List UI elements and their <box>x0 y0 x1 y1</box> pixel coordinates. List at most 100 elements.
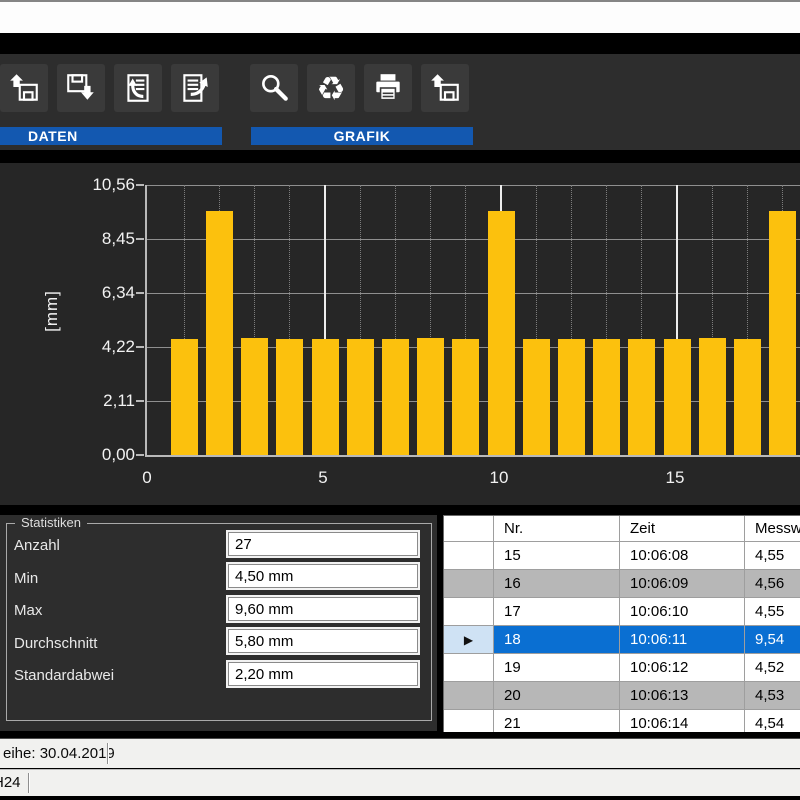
window-title-area <box>0 2 800 33</box>
cell-zeit[interactable]: 10:06:13 <box>620 682 745 710</box>
cell-nr[interactable]: 20 <box>494 682 620 710</box>
x-tick-label: 0 <box>130 468 164 488</box>
statistics-groupbox: Statistiken Anzahl Min Max Durchschnitt … <box>6 523 432 721</box>
measurement-table: Nr. Zeit Messwert 15 10:06:08 4,55 16 10… <box>443 515 800 732</box>
statusbar-separator <box>107 743 108 764</box>
printer-icon <box>371 71 405 105</box>
toolbar-group-label-grafik: GRAFIK <box>251 127 473 145</box>
row-selector[interactable] <box>444 570 494 598</box>
statusbar-id-text: H24 <box>0 770 21 796</box>
y-tick-label: 2,11 <box>55 391 135 411</box>
stat-label-max: Max <box>14 599 42 623</box>
cell-nr[interactable]: 16 <box>494 570 620 598</box>
chart-bar <box>734 339 761 455</box>
chart-bar <box>769 211 796 455</box>
stat-label-min: Min <box>14 567 38 591</box>
stat-value-max[interactable] <box>228 597 418 621</box>
cell-messwert[interactable]: 9,54 <box>745 626 800 654</box>
y-tick-label: 0,00 <box>55 445 135 465</box>
stat-value-standardabwei[interactable] <box>228 662 418 686</box>
row-selector[interactable] <box>444 682 494 710</box>
cell-zeit[interactable]: 10:06:10 <box>620 598 745 626</box>
chart-bar <box>347 339 374 455</box>
chart-bar <box>452 339 479 455</box>
statistics-panel: Statistiken Anzahl Min Max Durchschnitt … <box>0 515 437 731</box>
statusbar-row2: H24 <box>0 769 800 796</box>
table-header-selector <box>444 516 494 542</box>
row-selector[interactable] <box>444 542 494 570</box>
chart-bar <box>417 338 444 455</box>
chart-bar <box>558 339 585 455</box>
stat-value-anzahl[interactable] <box>228 532 418 556</box>
app-window: { "colors": { "accent_blue": "#1358b0", … <box>0 0 800 800</box>
cell-messwert[interactable]: 4,54 <box>745 710 800 732</box>
document-arrow-in-icon <box>121 71 155 105</box>
cell-messwert[interactable]: 4,56 <box>745 570 800 598</box>
table-header-nr[interactable]: Nr. <box>494 516 620 542</box>
row-selector[interactable] <box>444 598 494 626</box>
import-data-button[interactable] <box>114 64 162 112</box>
save-graphic-button[interactable] <box>421 64 469 112</box>
stat-value-durchschnitt[interactable] <box>228 629 418 653</box>
export-data-button[interactable] <box>171 64 219 112</box>
magnifier-icon <box>257 71 291 105</box>
chart-bar <box>523 339 550 455</box>
chart-panel: [mm] 10,56 8,45 6,34 4,22 2,11 0,00 0 5 … <box>0 163 800 505</box>
cell-messwert[interactable]: 4,55 <box>745 598 800 626</box>
print-button[interactable] <box>364 64 412 112</box>
cell-messwert[interactable]: 4,55 <box>745 542 800 570</box>
x-tick-label: 5 <box>306 468 340 488</box>
cell-zeit[interactable]: 10:06:08 <box>620 542 745 570</box>
chart-bar <box>241 338 268 455</box>
chart-bar <box>699 338 726 455</box>
load-data-button[interactable] <box>0 64 48 112</box>
cell-zeit[interactable]: 10:06:09 <box>620 570 745 598</box>
stat-label-anzahl: Anzahl <box>14 534 60 558</box>
y-tick-label: 4,22 <box>55 337 135 357</box>
toolbar: ♻ DATEN GRAFIK <box>0 54 800 150</box>
stat-label-durchschnitt: Durchschnitt <box>14 632 97 656</box>
refresh-button[interactable]: ♻ <box>307 64 355 112</box>
x-tick-label: 10 <box>482 468 516 488</box>
cell-nr[interactable]: 19 <box>494 654 620 682</box>
floppy-arrow-up-icon <box>7 71 41 105</box>
toolbar-group-label-daten: DATEN <box>0 127 222 145</box>
recycle-icon: ♻ <box>316 72 346 105</box>
chart-bar <box>488 211 515 455</box>
cell-nr[interactable]: 15 <box>494 542 620 570</box>
chart-bar <box>664 339 691 455</box>
table-header-zeit[interactable]: Zeit <box>620 516 745 542</box>
document-arrow-out-icon <box>178 71 212 105</box>
cell-nr[interactable]: 21 <box>494 710 620 732</box>
floppy-arrow-up-icon <box>428 71 462 105</box>
statusbar-row1: eihe: 30.04.2019 <box>0 738 800 768</box>
y-tick-label: 10,56 <box>55 175 135 195</box>
table-header-messwert[interactable]: Messwert <box>745 516 800 542</box>
chart-bar <box>593 339 620 455</box>
statusbar-date-text: eihe: 30.04.2019 <box>3 739 115 768</box>
cell-zeit[interactable]: 10:06:14 <box>620 710 745 732</box>
cell-zeit[interactable]: 10:06:11 <box>620 626 745 654</box>
cell-messwert[interactable]: 4,53 <box>745 682 800 710</box>
chart-bar <box>382 339 409 455</box>
x-tick-label: 15 <box>658 468 692 488</box>
cell-nr[interactable]: 18 <box>494 626 620 654</box>
save-data-button[interactable] <box>57 64 105 112</box>
plot-area <box>145 185 800 457</box>
statistics-title: Statistiken <box>15 515 87 530</box>
row-selector[interactable] <box>444 710 494 732</box>
chart-bar <box>312 339 339 455</box>
row-selector-arrow[interactable] <box>444 626 494 654</box>
zoom-button[interactable] <box>250 64 298 112</box>
cell-nr[interactable]: 17 <box>494 598 620 626</box>
cell-zeit[interactable]: 10:06:12 <box>620 654 745 682</box>
chart-bar <box>206 211 233 455</box>
cell-messwert[interactable]: 4,52 <box>745 654 800 682</box>
chart-bar <box>276 339 303 455</box>
row-selector[interactable] <box>444 654 494 682</box>
chart-bar <box>628 339 655 455</box>
stat-value-min[interactable] <box>228 564 418 588</box>
y-tick-label: 8,45 <box>55 229 135 249</box>
statusbar-separator <box>28 773 29 793</box>
y-tick-label: 6,34 <box>55 283 135 303</box>
